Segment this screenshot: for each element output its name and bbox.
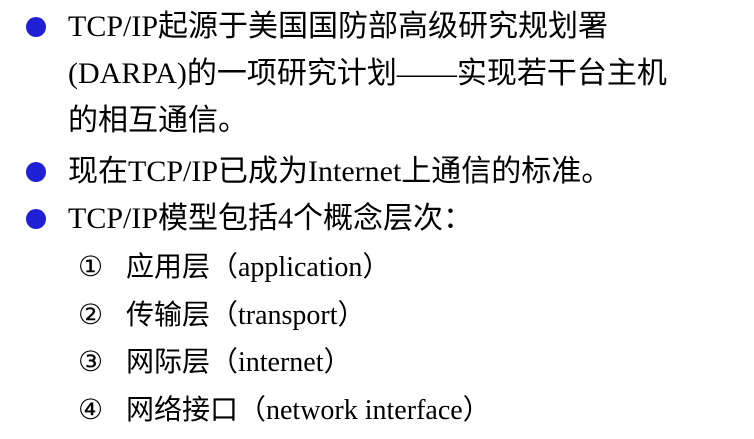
sub-item-text: 传输层（transport） bbox=[126, 300, 366, 331]
sub-item-number: ③ bbox=[78, 347, 104, 378]
sub-item-number: ② bbox=[78, 300, 104, 331]
sub-item-internet-layer: ③ 网际层（internet） bbox=[78, 347, 352, 379]
sub-item-number: ④ bbox=[78, 395, 104, 426]
bullet-dot-1 bbox=[26, 17, 46, 37]
sub-item-number: ① bbox=[78, 252, 104, 283]
bullet-1-line-2: (DARPA)的一项研究计划——实现若干台主机 bbox=[68, 57, 667, 90]
bullet-dot-2 bbox=[26, 162, 46, 182]
sub-item-transport-layer: ② 传输层（transport） bbox=[78, 300, 366, 332]
sub-item-text: 网络接口（network interface） bbox=[126, 395, 491, 426]
sub-item-application-layer: ① 应用层（application） bbox=[78, 252, 390, 284]
bullet-2-line-1: 现在TCP/IP已成为Internet上通信的标准。 bbox=[68, 155, 612, 188]
bullet-3-line-1: TCP/IP模型包括4个概念层次： bbox=[68, 202, 474, 235]
bullet-1-line-3: 的相互通信。 bbox=[68, 104, 248, 137]
sub-item-text: 网际层（internet） bbox=[126, 347, 352, 378]
sub-item-network-interface-layer: ④ 网络接口（network interface） bbox=[78, 395, 491, 427]
slide-content: TCP/IP起源于美国国防部高级研究规划署 (DARPA)的一项研究计划——实现… bbox=[0, 0, 754, 439]
bullet-dot-3 bbox=[26, 209, 46, 229]
sub-item-text: 应用层（application） bbox=[126, 252, 391, 283]
bullet-1-line-1: TCP/IP起源于美国国防部高级研究规划署 bbox=[68, 10, 609, 43]
